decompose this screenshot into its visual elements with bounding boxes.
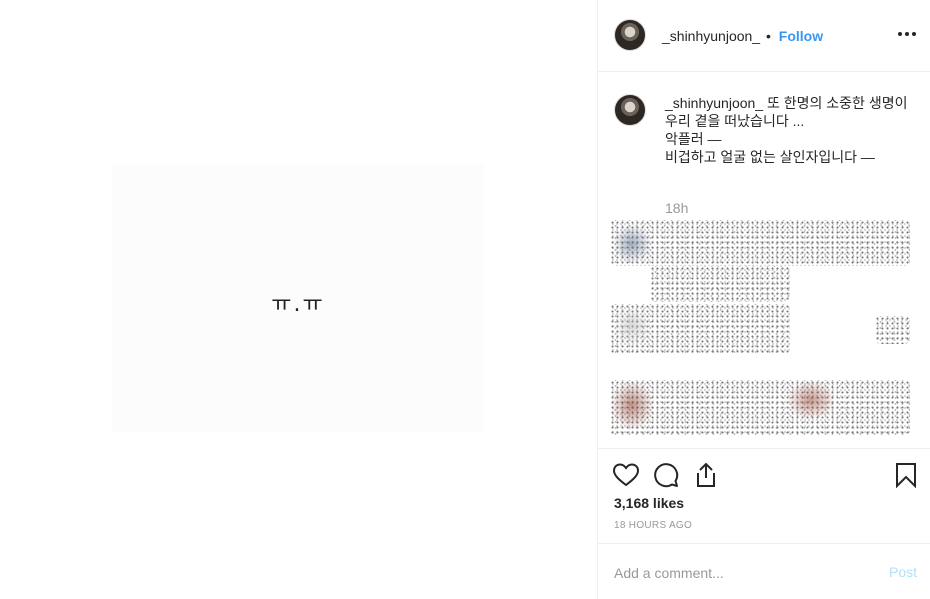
- caption-line-2: 우리 곁을 떠났습니다 ...: [665, 113, 805, 129]
- blurred-avatar: [786, 380, 836, 420]
- post-media[interactable]: ㅠ.ㅠ: [0, 0, 597, 599]
- post-image: ㅠ.ㅠ: [112, 164, 484, 432]
- post-button[interactable]: Post: [889, 564, 917, 580]
- post-header: _shinhyunjoon_ • Follow: [598, 0, 930, 72]
- header-username[interactable]: _shinhyunjoon_: [662, 28, 760, 44]
- blurred-comment-row: [650, 266, 790, 302]
- blurred-avatar: [612, 224, 652, 264]
- blurred-avatar: [612, 306, 652, 346]
- post-side-panel: _shinhyunjoon_ • Follow _shinhyunjoon_ 또…: [597, 0, 930, 599]
- header-user-line: _shinhyunjoon_ • Follow: [662, 28, 823, 44]
- caption-text: _shinhyunjoon_ 또 한명의 소중한 생명이 우리 곁을 떠났습니다…: [665, 94, 910, 166]
- blurred-comments: [610, 220, 910, 440]
- post-image-text: ㅠ.ㅠ: [271, 292, 325, 317]
- caption-line-4: 비겁하고 얼굴 없는 살인자입니다 —: [665, 149, 875, 165]
- post-actions: 3,168 likes 18 HOURS AGO: [598, 448, 930, 543]
- avatar[interactable]: [614, 19, 646, 51]
- blurred-comment-row: [875, 316, 910, 344]
- comment-input[interactable]: [614, 563, 874, 583]
- caption-line-1: 또 한명의 소중한 생명이: [766, 95, 908, 111]
- comment-bar: Post: [598, 543, 930, 599]
- follow-button[interactable]: Follow: [779, 28, 823, 44]
- blurred-avatar: [610, 380, 654, 430]
- header-separator: •: [765, 28, 771, 44]
- comment-icon[interactable]: [652, 461, 680, 489]
- likes-count[interactable]: 3,168 likes: [614, 495, 684, 511]
- caption-line-3: 악플러 —: [665, 131, 722, 147]
- post-timestamp[interactable]: 18 HOURS AGO: [614, 520, 692, 531]
- share-icon[interactable]: [692, 461, 720, 489]
- caption-time: 18h: [665, 200, 689, 216]
- bookmark-icon[interactable]: [892, 461, 920, 489]
- heart-icon[interactable]: [612, 461, 640, 489]
- more-icon[interactable]: [898, 32, 916, 36]
- caption-username[interactable]: _shinhyunjoon_: [665, 95, 763, 111]
- caption-avatar[interactable]: [614, 94, 646, 126]
- blurred-comment-row: [610, 220, 910, 266]
- blurred-comment-row: [610, 380, 910, 436]
